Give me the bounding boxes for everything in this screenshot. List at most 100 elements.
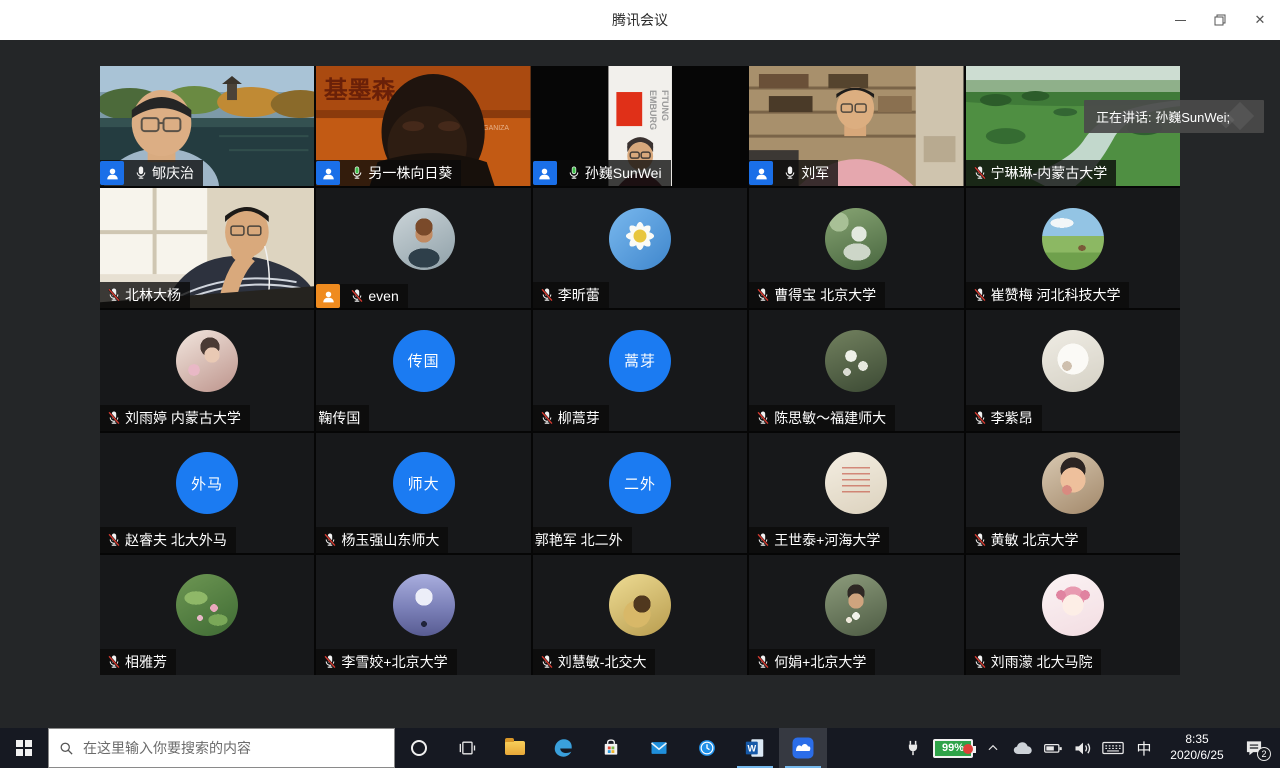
- mic-muted-icon: [349, 288, 365, 304]
- close-button[interactable]: ✕: [1240, 0, 1280, 40]
- participant-name: 黄敏 北京大学: [991, 527, 1079, 553]
- participant-tile[interactable]: 郇庆治: [100, 66, 314, 186]
- battery-indicator[interactable]: 99%: [930, 728, 976, 768]
- avatar-white-flowers: [825, 330, 887, 392]
- participant-tile[interactable]: 刘雨婷 内蒙古大学: [100, 310, 314, 430]
- participant-tile[interactable]: 黄敏 北京大学: [966, 433, 1180, 553]
- participant-tile[interactable]: 何娟+北京大学: [749, 555, 963, 675]
- participant-tile[interactable]: 刘军: [749, 66, 963, 186]
- participant-tile[interactable]: 李昕蕾: [533, 188, 747, 308]
- participant-tile[interactable]: EMBURGFTUNG孙巍SunWei: [533, 66, 747, 186]
- touch-keyboard-icon[interactable]: [1100, 728, 1126, 768]
- participant-tile[interactable]: 二外郭艳军 北二外: [533, 433, 747, 553]
- name-label: 刘雨婷 内蒙古大学: [100, 405, 250, 431]
- ime-indicator[interactable]: 中: [1130, 738, 1158, 759]
- participant-name: 王世泰+河海大学: [774, 527, 880, 553]
- name-label: 杨玉强山东师大: [316, 527, 448, 553]
- participant-name: 李紫昂: [991, 405, 1033, 431]
- participant-tile[interactable]: 外马赵睿夫 北大外马: [100, 433, 314, 553]
- participant-name: 何娟+北京大学: [774, 649, 866, 675]
- speaking-banner: 正在讲话: 孙巍SunWei;: [1084, 100, 1264, 133]
- participant-name: 鞠传国: [318, 405, 360, 431]
- edge-button[interactable]: [539, 728, 587, 768]
- participant-tile[interactable]: 相雅芳: [100, 555, 314, 675]
- name-label: even: [316, 284, 407, 308]
- name-label: 刘慧敏-北交大: [533, 649, 656, 675]
- mic-muted-icon: [106, 654, 122, 670]
- participant-tile[interactable]: 北林大杨: [100, 188, 314, 308]
- taskbar-clock[interactable]: 8:35 2020/6/25: [1162, 732, 1232, 763]
- mic-on-icon: [782, 165, 798, 181]
- minimize-icon: [1175, 20, 1186, 21]
- participant-tile[interactable]: 曹得宝 北京大学: [749, 188, 963, 308]
- mail-button[interactable]: [635, 728, 683, 768]
- action-center-button[interactable]: 2: [1236, 728, 1272, 768]
- participant-tile[interactable]: 王世泰+河海大学: [749, 433, 963, 553]
- cortana-button[interactable]: [395, 728, 443, 768]
- participant-tile[interactable]: 刘慧敏-北交大: [533, 555, 747, 675]
- minimize-button[interactable]: [1160, 0, 1200, 40]
- svg-text:EMBURG: EMBURG: [648, 90, 658, 130]
- participant-tile[interactable]: 李紫昂: [966, 310, 1180, 430]
- mic-on-icon: [566, 165, 582, 181]
- member-badge-icon: [749, 161, 773, 185]
- notification-dot: [963, 744, 973, 754]
- taskbar: W 99%: [0, 728, 1280, 768]
- participant-name: 李昕蕾: [558, 282, 600, 308]
- tencent-meeting-icon: [791, 736, 815, 760]
- taskbar-search[interactable]: [48, 728, 395, 768]
- participant-tile[interactable]: 陈思敏～福建师大: [749, 310, 963, 430]
- onedrive-cloud-icon[interactable]: [1010, 728, 1036, 768]
- name-label: 李昕蕾: [533, 282, 609, 308]
- restore-button[interactable]: [1200, 0, 1240, 40]
- participant-name: 刘慧敏-北交大: [558, 649, 647, 675]
- avatar-cartoon-girl-pink: [1042, 574, 1104, 636]
- avatar-person-holding-flowers: [825, 574, 887, 636]
- name-label: 郭艳军 北二外: [533, 527, 632, 553]
- tray-time: 8:35: [1170, 732, 1224, 748]
- avatar-daisy-flower-icon: [609, 208, 671, 270]
- clock-app-button[interactable]: [683, 728, 731, 768]
- avatar-warm-portrait: [609, 574, 671, 636]
- file-explorer-button[interactable]: [491, 728, 539, 768]
- participant-name: 孙巍SunWei: [585, 160, 662, 186]
- mic-muted-icon: [972, 165, 988, 181]
- participant-tile[interactable]: 师大杨玉强山东师大: [316, 433, 530, 553]
- start-button[interactable]: [0, 728, 48, 768]
- avatar-text: 师大: [393, 452, 455, 514]
- participant-tile[interactable]: 李雪姣+北京大学: [316, 555, 530, 675]
- member-badge-icon: [316, 284, 340, 308]
- battery-charging-icon[interactable]: [1040, 728, 1066, 768]
- folder-icon: [505, 741, 525, 755]
- name-label: 另一株向日葵: [316, 160, 461, 186]
- participant-name: 另一株向日葵: [368, 160, 452, 186]
- participant-tile[interactable]: 蒿芽柳蒿芽: [533, 310, 747, 430]
- participant-tile[interactable]: 传国鞠传国: [316, 310, 530, 430]
- participant-name: 刘雨濛 北大马院: [991, 649, 1093, 675]
- participant-tile[interactable]: 刘雨濛 北大马院: [966, 555, 1180, 675]
- mic-muted-icon: [755, 287, 771, 303]
- mic-muted-icon: [972, 532, 988, 548]
- participant-name: 刘雨婷 内蒙古大学: [125, 405, 241, 431]
- member-badge-icon: [316, 161, 340, 185]
- window-title: 腾讯会议: [612, 10, 668, 30]
- tencent-meeting-button[interactable]: [779, 728, 827, 768]
- avatar-smiling-child: [1042, 452, 1104, 514]
- participant-name: 曹得宝 北京大学: [774, 282, 876, 308]
- task-view-button[interactable]: [443, 728, 491, 768]
- tray-chevron-icon[interactable]: [980, 728, 1006, 768]
- volume-icon[interactable]: [1070, 728, 1096, 768]
- task-view-icon: [457, 738, 477, 758]
- store-button[interactable]: [587, 728, 635, 768]
- power-plug-icon[interactable]: [900, 728, 926, 768]
- word-button[interactable]: W: [731, 728, 779, 768]
- participant-tile[interactable]: 基墨森MUFITS ORGANIZA另一株向日葵: [316, 66, 530, 186]
- mic-muted-icon: [972, 287, 988, 303]
- mic-muted-icon: [539, 287, 555, 303]
- mic-muted-icon: [972, 654, 988, 670]
- participant-tile[interactable]: 崔赞梅 河北科技大学: [966, 188, 1180, 308]
- search-input[interactable]: [83, 740, 384, 756]
- participant-tile[interactable]: even: [316, 188, 530, 308]
- avatar-boy-portrait: [393, 208, 455, 270]
- avatar-cartoon-sheep: [1042, 330, 1104, 392]
